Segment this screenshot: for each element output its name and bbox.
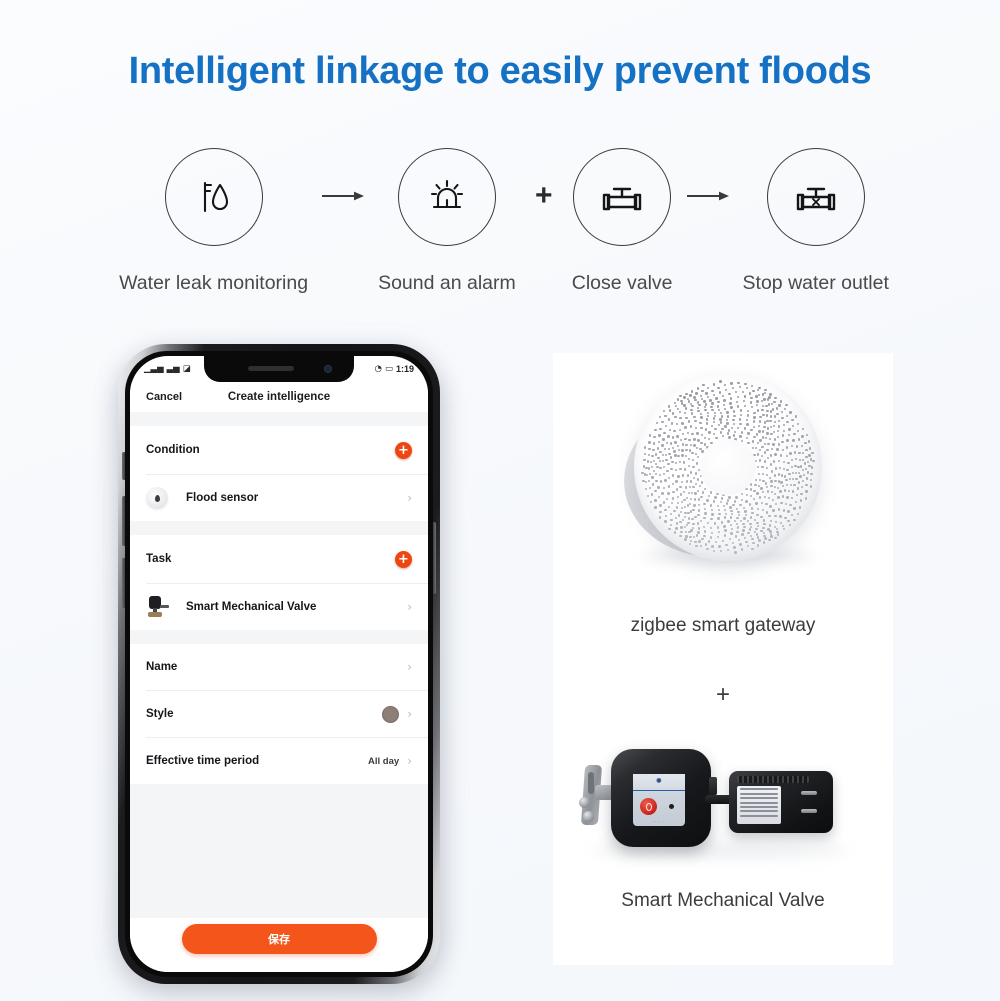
valve-panel-header: ◉	[633, 774, 685, 791]
flow-connector-plus: +	[534, 179, 553, 212]
section-gap	[130, 521, 428, 535]
valve-actuator-body: ◉ ··· ·· ··	[611, 749, 717, 847]
task-item-smart-mechanical-valve[interactable]: Smart Mechanical Valve ›	[130, 584, 428, 630]
flow-step-label: Close valve	[571, 272, 673, 294]
gateway-perforated-face	[634, 373, 822, 561]
valve-photo: ◉ ··· ·· ··	[553, 743, 893, 873]
flow-step-close-valve: Close valve	[572, 148, 673, 295]
flow-step-stop-water-outlet: Stop water outlet	[743, 148, 889, 295]
phone-frame: ▁▃▅ ▃▅ ◪ ◔ ▭ 1:19 Cancel Create intellig…	[118, 344, 440, 984]
bracket-bolt-icon	[583, 811, 594, 822]
valve-status-led	[669, 804, 674, 809]
valve-panel-text: ··· ·· ··	[651, 819, 667, 824]
product-panel: zigbee smart gateway + ◉ ··· ·· ·· Smart…	[553, 353, 893, 965]
chevron-right-icon: ›	[407, 600, 412, 614]
setting-row-effective-time-period[interactable]: Effective time period All day ›	[130, 738, 428, 784]
valve-power-adapter	[729, 771, 833, 833]
valve-brand-mark: ◉	[656, 778, 662, 784]
cancel-button[interactable]: Cancel	[146, 391, 182, 403]
app-bar: Cancel Create intelligence	[130, 382, 428, 412]
phone-notch	[204, 356, 354, 382]
condition-item-flood-sensor[interactable]: Flood sensor ›	[130, 475, 428, 521]
setting-row-style[interactable]: Style ›	[130, 691, 428, 737]
gateway-label: zigbee smart gateway	[630, 615, 816, 636]
chevron-right-icon: ›	[407, 660, 412, 674]
task-header-row: Task +	[130, 535, 428, 583]
condition-item-label: Flood sensor	[186, 492, 259, 504]
flow-connector-arrow-1	[308, 148, 378, 244]
flow-step-label: Water leak monitoring	[119, 272, 309, 294]
phone-mockup: ▁▃▅ ▃▅ ◪ ◔ ▭ 1:19 Cancel Create intellig…	[108, 338, 453, 984]
valve-thumb	[146, 596, 170, 618]
water-drop-faucet-icon-circle	[164, 148, 263, 246]
phone-screen: ▁▃▅ ▃▅ ◪ ◔ ▭ 1:19 Cancel Create intellig…	[130, 356, 428, 972]
status-time: 1:19	[395, 364, 414, 374]
task-item-label: Smart Mechanical Valve	[186, 601, 317, 613]
valve-icon-circle	[573, 148, 672, 246]
arrow-right-icon	[686, 191, 729, 201]
flow-step-label: Sound an alarm	[378, 272, 516, 294]
valve-side-tab	[709, 777, 717, 795]
water-drop-faucet-icon	[203, 181, 228, 213]
flow-step-water-leak-monitoring: Water leak monitoring	[119, 148, 308, 295]
section-gap	[130, 412, 428, 426]
flow-connector-arrow-2	[673, 148, 743, 244]
section-title: Condition	[146, 444, 200, 456]
setting-row-name[interactable]: Name ›	[130, 644, 428, 690]
flood-sensor-thumb	[146, 487, 168, 509]
wifi-icon: ◔	[374, 363, 382, 374]
section-gap	[130, 630, 428, 644]
cellular-icon: ◪	[182, 363, 191, 374]
add-condition-button[interactable]: +	[395, 441, 412, 459]
task-section: Task + Smart Mechanical Valve ›	[130, 535, 428, 630]
adapter-vents	[737, 776, 809, 783]
valve-icon	[602, 187, 642, 211]
valve-power-button[interactable]	[640, 798, 657, 815]
phone-bezel: ▁▃▅ ▃▅ ◪ ◔ ▭ 1:19 Cancel Create intellig…	[125, 351, 433, 977]
add-task-button[interactable]: +	[395, 550, 412, 568]
save-button[interactable]: 保存	[181, 924, 377, 954]
setting-label: Style	[146, 708, 174, 720]
automation-form: Condition + Flood sensor › Task + Smart …	[130, 412, 428, 972]
adapter-prong	[801, 809, 817, 813]
condition-header-row: Condition +	[130, 426, 428, 474]
signal-bars-icon: ▁▃▅	[144, 363, 164, 374]
front-camera-icon	[324, 365, 332, 373]
condition-section: Condition + Flood sensor ›	[130, 426, 428, 521]
earpiece-speaker	[248, 366, 294, 371]
product-plus-separator: +	[715, 681, 730, 708]
arrow-right-icon	[322, 191, 365, 201]
poster-page: Intelligent linkage to easily prevent fl…	[0, 0, 1000, 1001]
chevron-right-icon: ›	[407, 707, 412, 721]
setting-label: Name	[146, 661, 178, 673]
chevron-right-icon: ›	[407, 491, 412, 505]
zigbee-gateway-photo	[616, 369, 826, 567]
adapter-prong	[801, 791, 817, 795]
valve-label: Smart Mechanical Valve	[621, 890, 825, 911]
process-flow: Water leak monitoring Sound an alarm + C…	[0, 148, 1000, 313]
chevron-right-icon: ›	[407, 754, 412, 768]
setting-label: Effective time period	[146, 755, 260, 767]
gateway-photo	[553, 353, 893, 593]
gateway-center-hub	[700, 439, 756, 495]
flow-step-label: Stop water outlet	[742, 272, 889, 294]
settings-section: Name › Style › Effective time period All…	[130, 644, 428, 784]
alarm-siren-icon-circle	[397, 148, 496, 246]
valve-closed-icon-circle	[766, 148, 865, 246]
valve-closed-icon	[796, 187, 835, 211]
battery-icon: ▭	[384, 363, 393, 374]
page-title: Intelligent linkage to easily prevent fl…	[128, 50, 872, 92]
adapter-label-sticker	[737, 786, 781, 824]
style-color-swatch[interactable]	[382, 705, 400, 723]
bracket-bolt-icon	[579, 797, 590, 808]
signal-bars-icon-2: ▃▅	[166, 363, 180, 374]
flow-step-sound-an-alarm: Sound an alarm	[378, 148, 516, 295]
setting-value: All day	[368, 755, 400, 767]
alarm-siren-icon	[430, 179, 463, 209]
section-title: Task	[146, 553, 172, 565]
valve-control-panel: ◉ ··· ·· ··	[633, 774, 685, 826]
save-bar: 保存	[130, 918, 428, 972]
